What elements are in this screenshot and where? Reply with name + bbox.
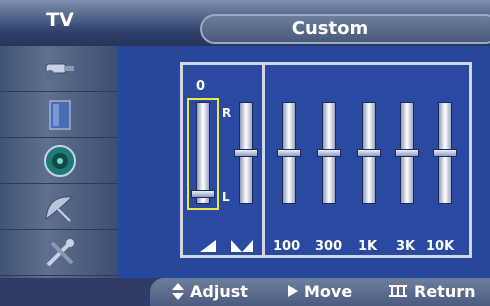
page-title: Custom [291, 18, 369, 39]
help-return: Return [414, 282, 476, 301]
help-adjust: Adjust [190, 282, 248, 301]
eq-slider-10k-knob[interactable] [433, 149, 457, 157]
balance-right-label: R [222, 106, 232, 120]
volume-high-icon [231, 240, 253, 252]
freq-label-3k: 3K [396, 239, 416, 254]
balance-slider-knob[interactable] [191, 189, 215, 198]
up-down-arrows-icon [172, 283, 184, 300]
right-arrow-icon [288, 285, 298, 297]
tools-icon [46, 239, 74, 267]
eq-slider-3k-knob[interactable] [395, 149, 419, 157]
display-screen-icon [49, 100, 71, 130]
freq-label-10k: 10K [426, 239, 455, 254]
balance-value: 0 [196, 79, 206, 94]
sidebar-item-picture[interactable] [0, 92, 118, 138]
menu-icon [389, 285, 407, 297]
sidebar-item-input[interactable] [0, 46, 118, 92]
sidebar-item-sound[interactable] [0, 138, 118, 184]
menu-section-label: TV [46, 9, 74, 31]
sidebar-item-channel[interactable] [0, 184, 118, 230]
freq-label-1k: 1K [358, 239, 378, 254]
eq-slider-300-knob[interactable] [317, 149, 341, 157]
tv-osd-screen: TV Custom 0 R L 100 300 1K 3K 10K Adjust… [0, 0, 490, 306]
help-move: Move [304, 282, 353, 301]
satellite-dish-icon [45, 196, 74, 222]
speaker-icon [44, 145, 76, 177]
connector-plug-icon [45, 63, 74, 80]
freq-label-100: 100 [273, 239, 301, 254]
volume-low-icon [200, 240, 216, 252]
sidebar [0, 46, 118, 278]
eq-slider-1k-knob[interactable] [357, 149, 381, 157]
freq-label-300: 300 [315, 239, 343, 254]
eq-slider-100-knob[interactable] [277, 149, 301, 157]
sidebar-item-setup[interactable] [0, 230, 118, 276]
balance-left-label: L [222, 190, 230, 204]
balance-extra-slider-knob[interactable] [234, 149, 258, 157]
panel-divider [262, 62, 265, 258]
